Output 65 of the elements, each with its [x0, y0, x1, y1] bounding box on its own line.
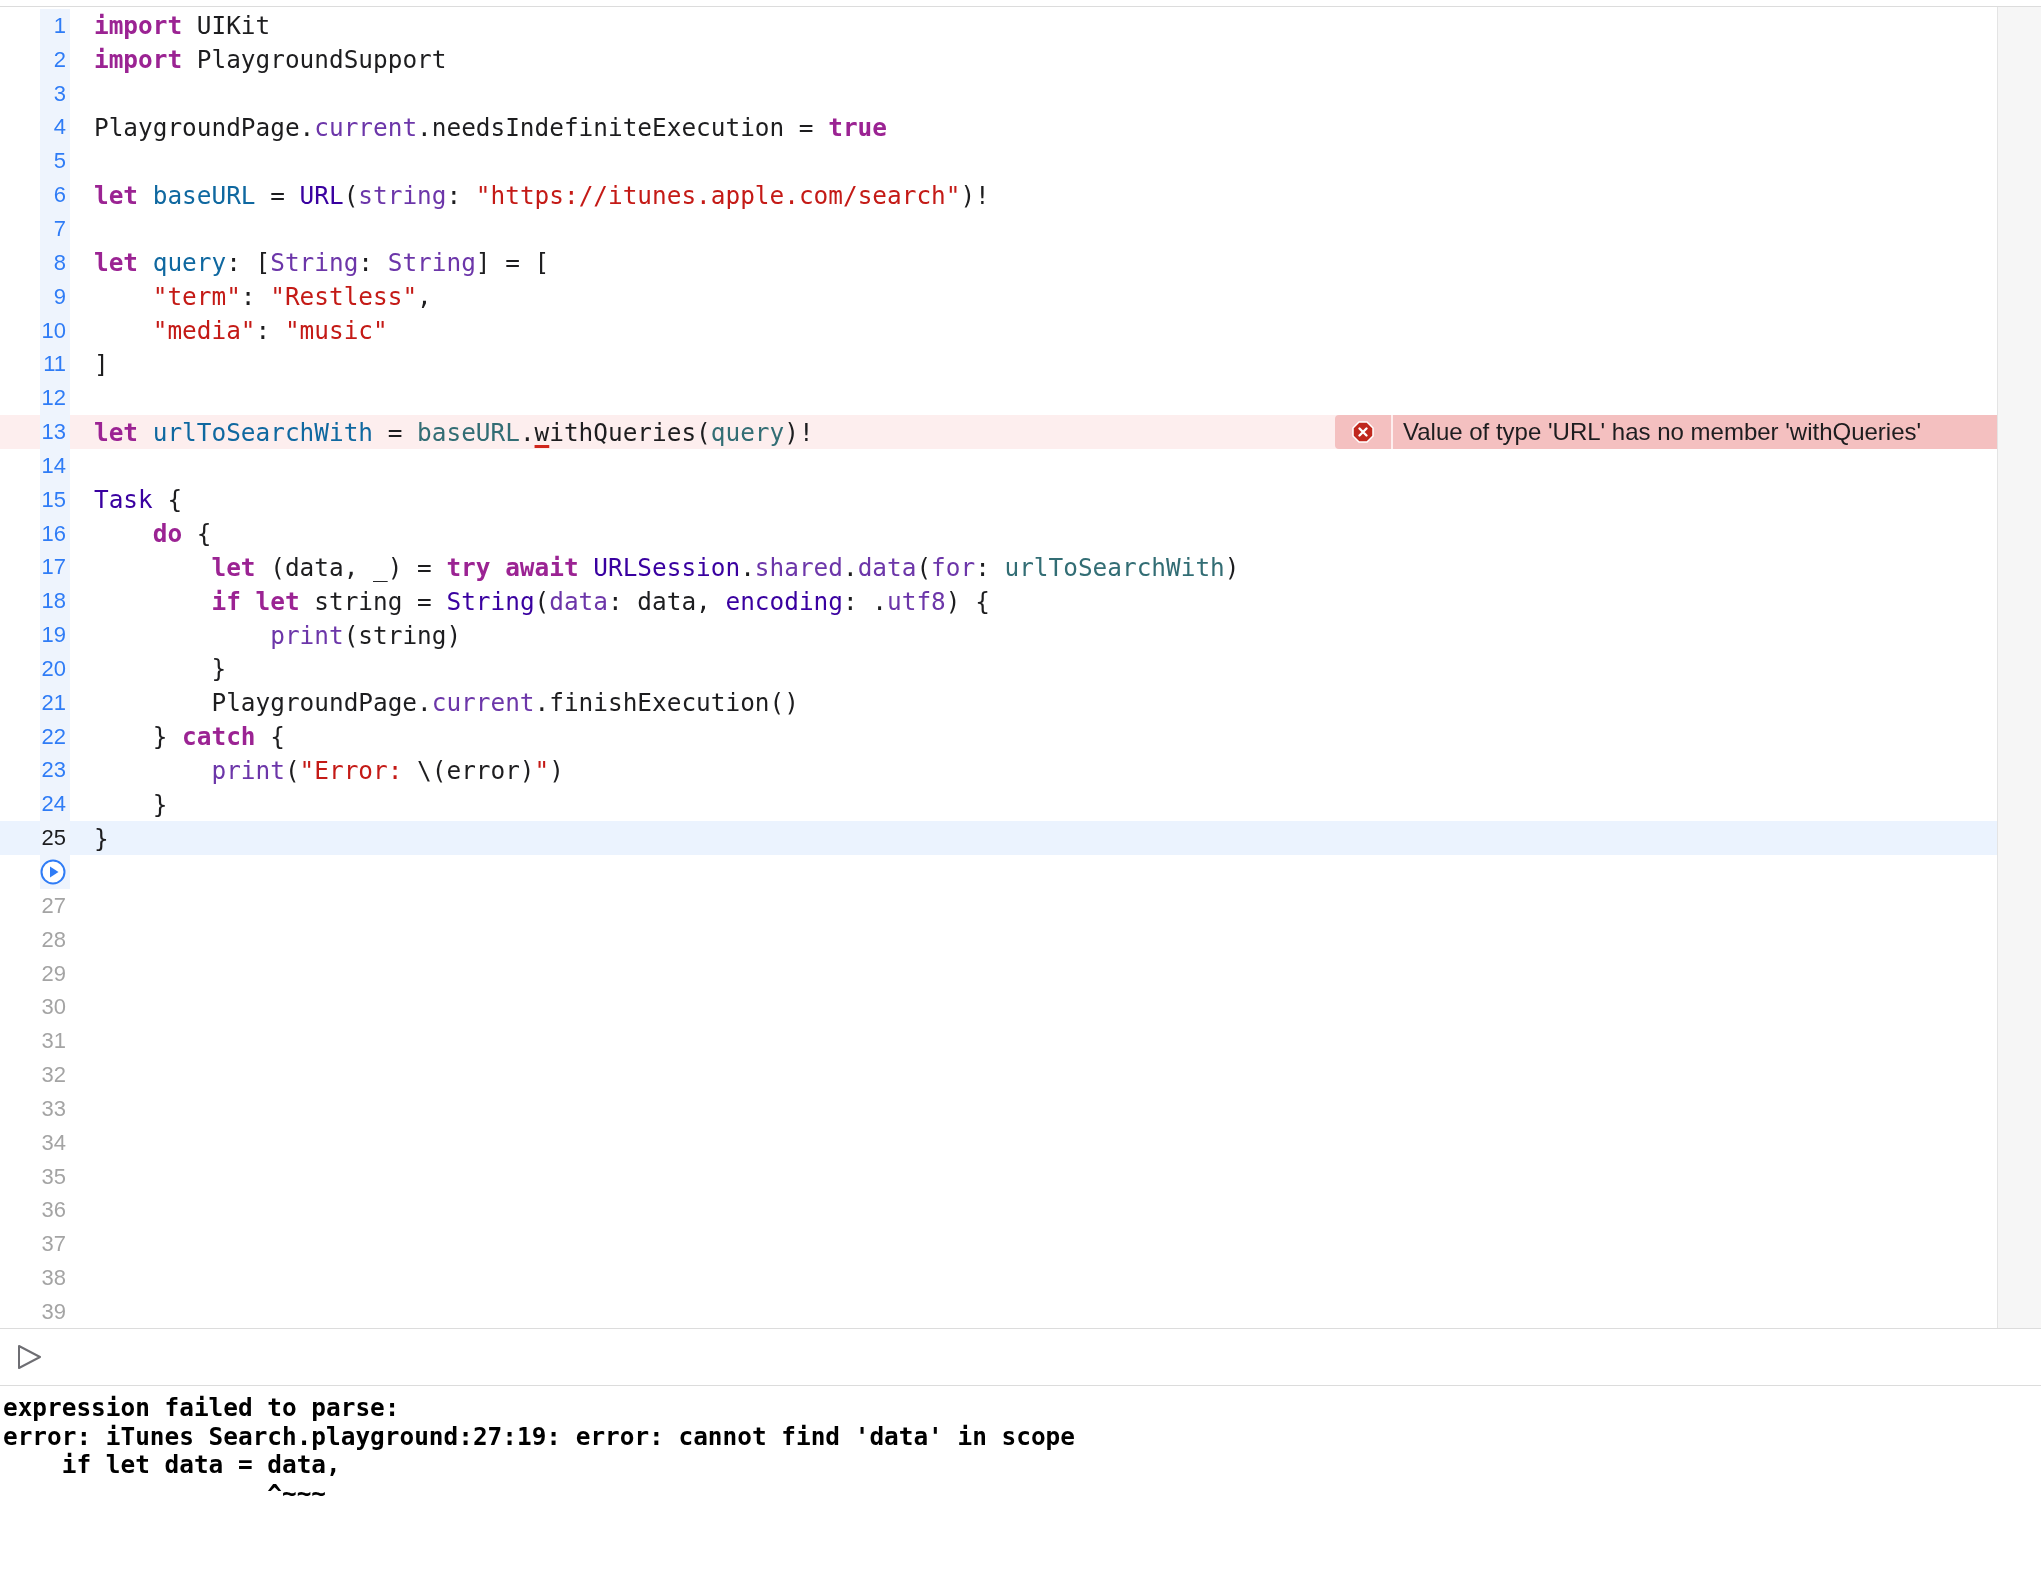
- line-number: 25: [41, 825, 67, 852]
- line-number: 1: [53, 12, 67, 39]
- code-line: do {: [151, 519, 212, 549]
- line-number: 24: [41, 791, 67, 818]
- line-number: 5: [53, 148, 67, 175]
- line-number: 34: [41, 1129, 67, 1156]
- line-number: 4: [53, 114, 67, 141]
- line-number: 21: [41, 689, 67, 716]
- line-number: 38: [41, 1265, 67, 1292]
- line-number: 37: [41, 1231, 67, 1258]
- line-number: 12: [41, 385, 67, 412]
- line-number: 9: [53, 283, 67, 310]
- code-line: Task {: [94, 485, 183, 515]
- line-number: 17: [41, 554, 67, 581]
- code-line: if let string = String(data: data, encoding: .utf8) {: [210, 586, 990, 616]
- line-number: 6: [53, 182, 67, 209]
- code-line: let baseURL = URL(string: "https://itunes.apple.com/search")!: [94, 180, 990, 210]
- code-line: import UIKit: [94, 11, 271, 41]
- code-line: PlaygroundPage.current.finishExecution(): [210, 688, 799, 718]
- line-number: 35: [41, 1163, 67, 1190]
- line-number: 39: [41, 1299, 67, 1325]
- code-line: let urlToSearchWith = baseURL.withQueries(query)!: [94, 417, 814, 447]
- code-line: let (data, _) = try await URLSession.shared.data(for: urlToSearchWith): [210, 552, 1240, 582]
- line-number: 22: [41, 723, 67, 750]
- line-number: 36: [41, 1197, 67, 1224]
- console-line: ^~~~: [266, 1479, 328, 1509]
- line-number: 14: [41, 452, 67, 479]
- code-line: }: [210, 654, 227, 684]
- code-line: "media": "music": [151, 316, 388, 345]
- line-number: 19: [41, 622, 67, 649]
- console-line: if let data = data,: [60, 1451, 342, 1480]
- line-number: 10: [41, 317, 67, 344]
- line-number: 11: [43, 351, 67, 378]
- line-number: 15: [41, 486, 67, 513]
- error-icon: [1352, 421, 1374, 444]
- line-number: 31: [41, 1028, 67, 1055]
- line-number: 28: [41, 926, 67, 953]
- console-line: error: iTunes Search.playground:27:19: error: cannot find 'data' in scope: [3, 1422, 1076, 1452]
- code-line: }: [151, 789, 168, 819]
- line-number: 18: [41, 588, 67, 615]
- line-number: 29: [41, 960, 67, 987]
- code-line: print("Error: \(error)"): [210, 756, 564, 785]
- code-line: import PlaygroundSupport: [94, 45, 447, 75]
- line-number: 20: [41, 655, 67, 682]
- line-number: 8: [53, 249, 67, 276]
- play-icon[interactable]: [16, 1344, 42, 1370]
- run-button-icon[interactable]: [40, 859, 66, 885]
- line-number: 30: [41, 994, 67, 1021]
- code-line: print(string): [269, 620, 462, 650]
- code-line: let query: [String: String] = [: [94, 248, 550, 278]
- code-line: PlaygroundPage.current.needsIndefiniteExecution = true: [94, 112, 887, 142]
- line-number: 3: [53, 80, 67, 107]
- line-number: 2: [53, 46, 67, 73]
- code-line: ]: [94, 349, 109, 379]
- code-line: }: [94, 823, 109, 853]
- code-line: "term": "Restless",: [151, 282, 432, 312]
- line-number: 33: [41, 1095, 67, 1122]
- line-number: 7: [53, 216, 67, 242]
- code-line: } catch {: [151, 722, 285, 752]
- line-number: 16: [41, 520, 67, 547]
- line-number: 13: [41, 419, 67, 446]
- line-number: 27: [41, 892, 67, 919]
- console-line: expression failed to parse:: [3, 1394, 401, 1423]
- line-number: 23: [41, 757, 67, 784]
- line-number: 32: [41, 1062, 67, 1089]
